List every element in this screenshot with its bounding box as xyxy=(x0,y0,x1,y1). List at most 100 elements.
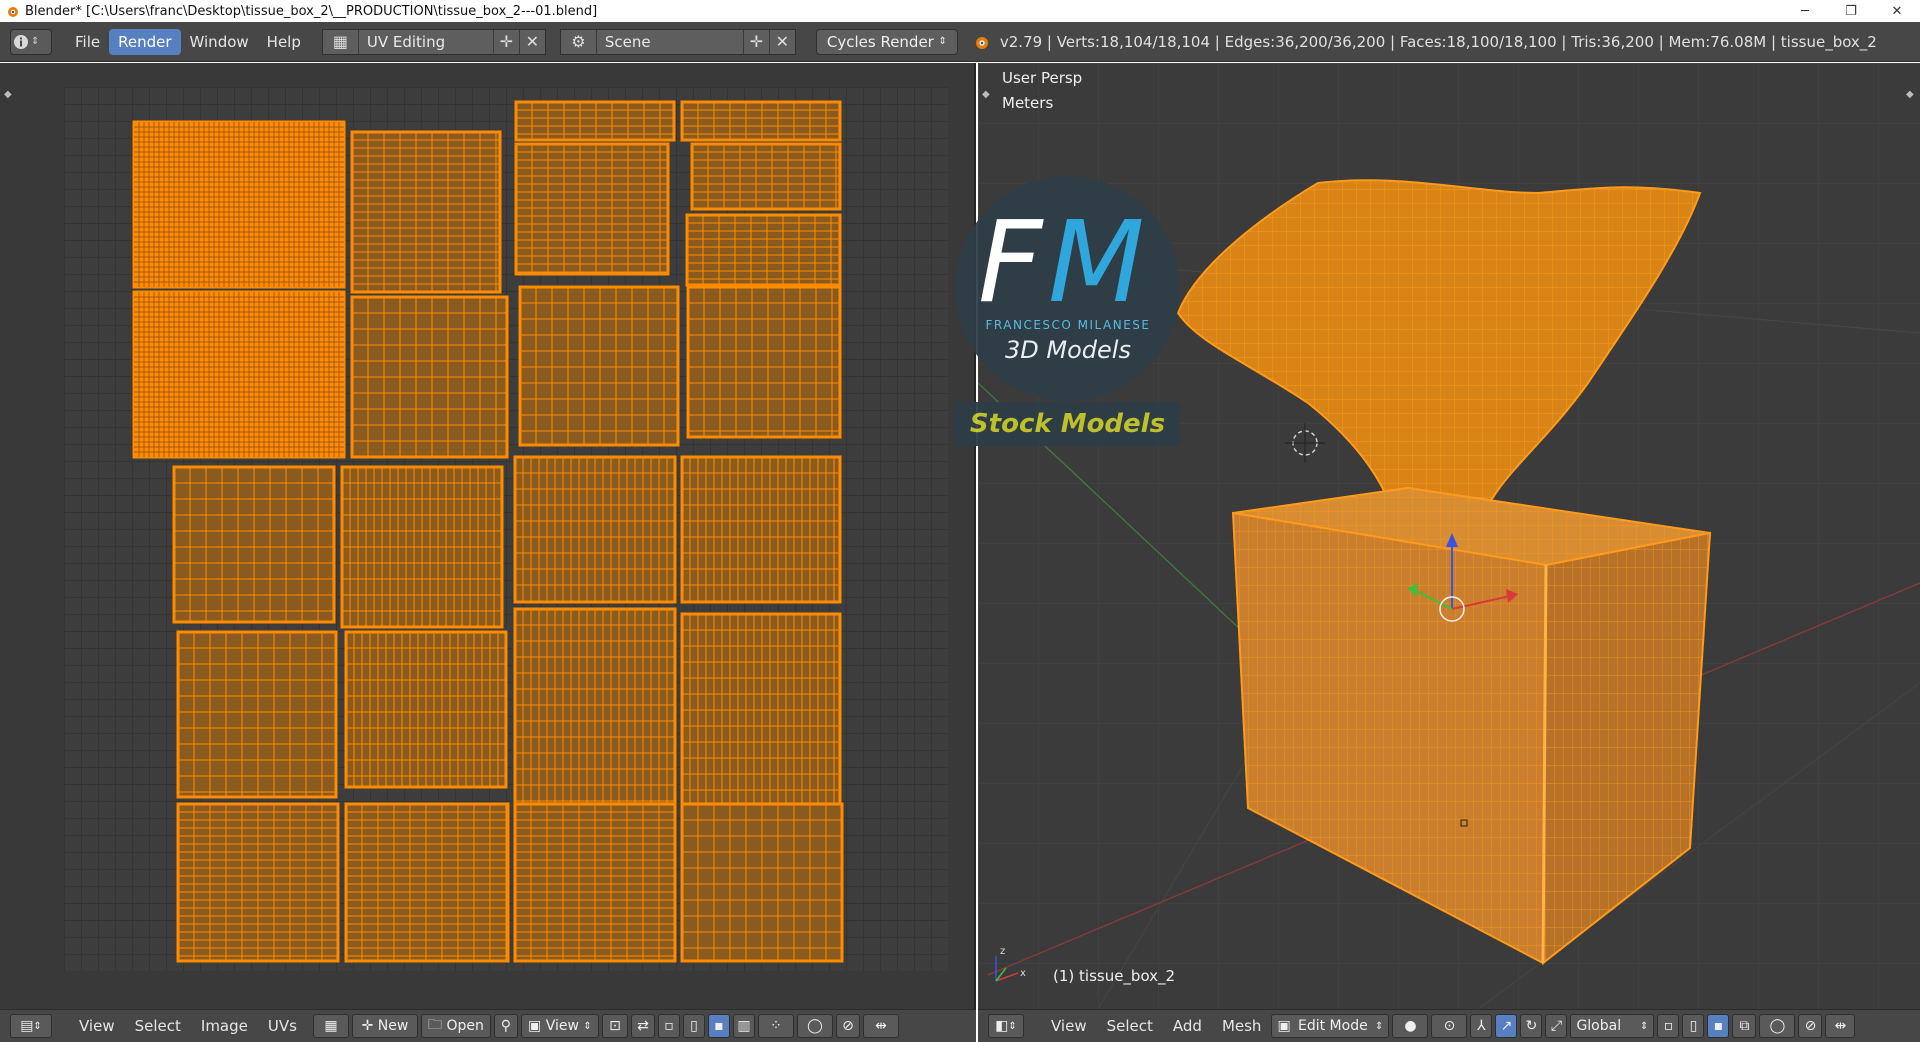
new-image-label: New xyxy=(377,1018,409,1034)
uv-menu-image[interactable]: Image xyxy=(191,1017,258,1035)
3d-menu-select[interactable]: Select xyxy=(1097,1017,1163,1035)
uv-island[interactable] xyxy=(686,285,842,439)
uv-island[interactable] xyxy=(514,142,670,276)
3d-cursor xyxy=(1285,423,1325,463)
info-header: ⇕ File Render Window Help ▦ UV Editing ✛… xyxy=(0,22,1920,62)
vertex-select-icon[interactable]: ▫ xyxy=(657,1014,680,1038)
uv-island[interactable] xyxy=(685,213,842,287)
uv-island[interactable] xyxy=(176,802,340,963)
pivot-icon[interactable]: ⊡ xyxy=(601,1014,628,1038)
scale-manipulator-icon[interactable]: ⤢ xyxy=(1545,1014,1568,1038)
pivot-point-dropdown[interactable]: ⊙ xyxy=(1431,1014,1468,1038)
viewport-shading-dropdown[interactable]: ● xyxy=(1392,1014,1429,1038)
scene-selector[interactable]: ⚙ Scene ✛ ✕ xyxy=(559,28,796,55)
expand-arrow-icon[interactable]: ◆ xyxy=(4,89,14,100)
face-select-icon[interactable]: ▪ xyxy=(1707,1014,1730,1038)
image-browse-button[interactable]: ▦ xyxy=(312,1014,349,1038)
uv-island[interactable] xyxy=(132,290,346,459)
3d-menu-view[interactable]: View xyxy=(1041,1017,1097,1035)
edge-select-icon[interactable]: ▯ xyxy=(682,1014,705,1038)
view-mode-dropdown[interactable]: ▣ View ⇕ xyxy=(520,1014,599,1038)
uv-image-editor[interactable]: ◆ xyxy=(0,63,976,1009)
active-object-label: (1) tissue_box_2 xyxy=(1053,967,1176,985)
uv-island[interactable] xyxy=(680,612,842,808)
watermark-name: FRANCESCO MILANESE xyxy=(985,318,1151,332)
minimize-button[interactable]: ─ xyxy=(1782,0,1828,22)
uv-island[interactable] xyxy=(513,455,677,604)
uv-island[interactable] xyxy=(350,295,509,459)
3d-view-icon: ◧ xyxy=(995,1018,1009,1034)
rotate-manipulator-icon[interactable]: ↻ xyxy=(1520,1014,1543,1038)
uv-grid[interactable] xyxy=(64,87,948,971)
uv-island[interactable] xyxy=(513,802,677,963)
watermark-letter-m: M xyxy=(1048,198,1145,328)
add-scene-button[interactable]: ✛ xyxy=(742,29,769,54)
scene-name[interactable]: Scene xyxy=(597,33,743,51)
occlude-geometry-icon[interactable]: ⧉ xyxy=(1732,1014,1757,1038)
editor-type-button[interactable]: ⇕ xyxy=(10,28,52,55)
maximize-button[interactable]: ❐ xyxy=(1828,0,1874,22)
render-engine-dropdown[interactable]: Cycles Render ⇕ xyxy=(815,28,958,55)
updown-icon: ⇕ xyxy=(1640,1020,1649,1032)
uv-island[interactable] xyxy=(680,802,844,963)
add-layout-button[interactable]: ✛ xyxy=(492,29,519,54)
menu-help[interactable]: Help xyxy=(258,29,310,55)
sync-selection-icon[interactable]: ⇄ xyxy=(630,1014,655,1038)
mode-label: Edit Mode xyxy=(1298,1018,1368,1034)
mode-dropdown[interactable]: ▣ Edit Mode ⇕ xyxy=(1271,1014,1390,1038)
layout-name[interactable]: UV Editing xyxy=(359,33,493,51)
editor-type-button[interactable]: ◧ ⇕ xyxy=(988,1014,1024,1038)
uv-island[interactable] xyxy=(513,607,677,806)
menu-window[interactable]: Window xyxy=(181,29,258,55)
island-select-icon[interactable]: ▥ xyxy=(732,1014,755,1038)
uv-menu-select[interactable]: Select xyxy=(125,1017,191,1035)
edge-select-icon[interactable]: ▯ xyxy=(1682,1014,1705,1038)
image-browse-icon: ▦ xyxy=(324,1018,338,1034)
layout-icon[interactable]: ▦ xyxy=(323,29,359,54)
menu-render[interactable]: Render xyxy=(109,28,181,55)
uv-menu-uvs[interactable]: UVs xyxy=(258,1017,307,1035)
scene-icon[interactable]: ⚙ xyxy=(561,29,597,54)
pin-icon[interactable]: ⚲ xyxy=(493,1014,518,1038)
vertex-select-icon[interactable]: ▫ xyxy=(1657,1014,1680,1038)
updown-icon: ⇕ xyxy=(33,1020,42,1032)
transform-orientation-dropdown[interactable]: Global ⇕ xyxy=(1570,1014,1655,1038)
proportional-edit-icon[interactable]: ◯ xyxy=(796,1014,833,1038)
menu-file[interactable]: File xyxy=(66,29,109,55)
uv-island[interactable] xyxy=(132,120,346,289)
proportional-edit-icon[interactable]: ◯ xyxy=(1759,1014,1796,1038)
view-perspective-label: User Persp xyxy=(1002,69,1083,87)
uv-island[interactable] xyxy=(518,285,680,447)
uv-island[interactable] xyxy=(680,455,842,604)
face-select-icon[interactable]: ▪ xyxy=(707,1014,730,1038)
open-image-button[interactable]: 🗀 Open xyxy=(420,1014,491,1038)
translate-manipulator-icon[interactable]: ↗ xyxy=(1495,1014,1518,1038)
sticky-mode-icon[interactable]: ⁘ xyxy=(757,1014,794,1038)
3d-menu-mesh[interactable]: Mesh xyxy=(1212,1017,1272,1035)
uv-island[interactable] xyxy=(690,142,842,211)
manipulator-toggle-icon[interactable]: ⅄ xyxy=(1470,1014,1493,1038)
snap-element-icon[interactable]: ⇹ xyxy=(1825,1014,1856,1038)
uv-island[interactable] xyxy=(514,100,676,142)
close-button[interactable]: ✕ xyxy=(1874,0,1920,22)
uv-island[interactable] xyxy=(344,630,508,789)
uv-island[interactable] xyxy=(350,130,502,294)
new-image-button[interactable]: ✛ New xyxy=(351,1014,418,1038)
delete-layout-button[interactable]: ✕ xyxy=(518,29,545,54)
delete-scene-button[interactable]: ✕ xyxy=(768,29,795,54)
snap-icon[interactable]: ⊘ xyxy=(1798,1014,1823,1038)
screen-layout-selector[interactable]: ▦ UV Editing ✛ ✕ xyxy=(321,28,546,55)
uv-island[interactable] xyxy=(680,100,842,142)
snap-element-icon[interactable]: ⇹ xyxy=(862,1014,899,1038)
uv-island[interactable] xyxy=(176,630,338,799)
uv-island[interactable] xyxy=(172,465,336,624)
uv-islands[interactable] xyxy=(64,87,948,971)
uv-menu-view[interactable]: View xyxy=(69,1017,125,1035)
uv-island[interactable] xyxy=(340,465,504,629)
3d-menu-add[interactable]: Add xyxy=(1163,1017,1212,1035)
editor-type-button[interactable]: ▤ ⇕ xyxy=(10,1014,52,1038)
uv-island[interactable] xyxy=(344,802,510,963)
watermark-banner: Stock Models xyxy=(955,402,1180,446)
snap-icon[interactable]: ⊘ xyxy=(835,1014,860,1038)
tissue-mesh xyxy=(1176,179,1702,543)
